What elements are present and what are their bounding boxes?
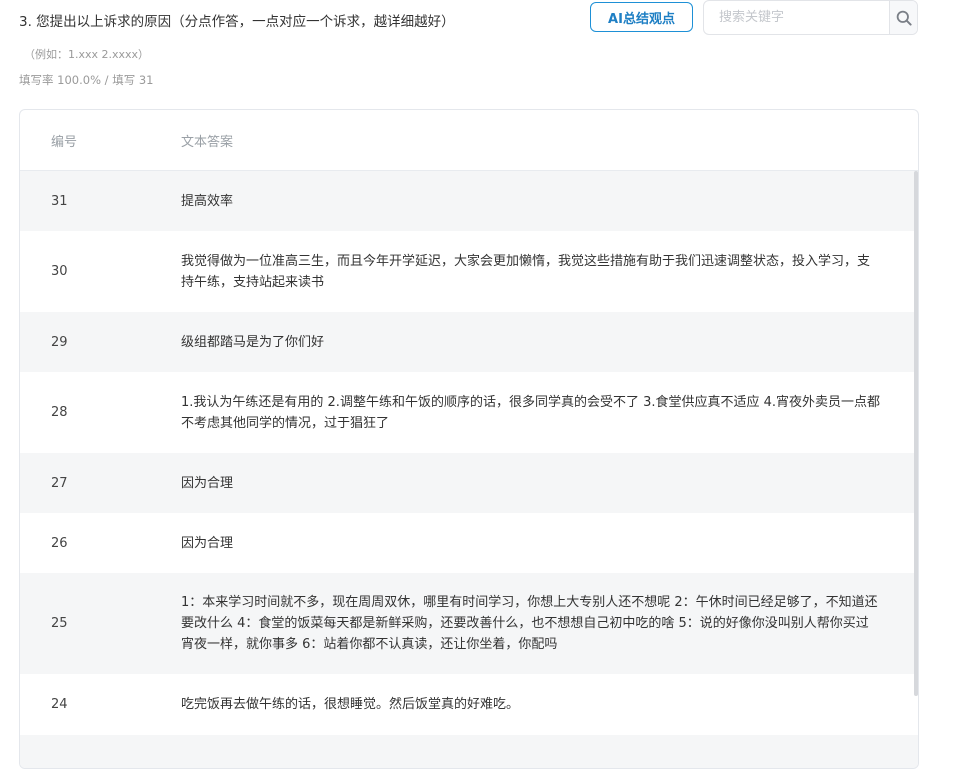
table-body: 31 提高效率 30 我觉得做为一位准高三生，而且今年开学延迟，大家会更加懒惰，… xyxy=(20,171,918,768)
fill-stats: 填写率 100.0% / 填写 31 xyxy=(19,73,154,87)
row-id: 28 xyxy=(51,405,68,420)
table-row: 26 因为合理 xyxy=(20,513,918,573)
table-header: 编号 文本答案 xyxy=(20,110,918,171)
search-icon xyxy=(896,10,912,26)
row-id: 24 xyxy=(51,697,68,712)
table-row: 25 1：本来学习时间就不多，现在周周双休，哪里有时间学习，你想上大专别人还不想… xyxy=(20,573,918,674)
answers-table: 编号 文本答案 31 提高效率 30 我觉得做为一位准高三生，而且今年开学延迟，… xyxy=(19,109,919,769)
table-row: 30 我觉得做为一位准高三生，而且今年开学延迟，大家会更加懒惰，我觉这些措施有助… xyxy=(20,231,918,312)
table-row: 28 1.我认为午练还是有用的 2.调整午练和午饭的顺序的话，很多同学真的会受不… xyxy=(20,372,918,453)
question-title: 3. 您提出以上诉求的原因（分点作答，一点对应一个诉求，越详细越好） xyxy=(19,14,455,30)
ai-summary-button[interactable]: AI总结观点 xyxy=(590,2,693,32)
search-button[interactable] xyxy=(889,1,917,34)
table-row xyxy=(20,735,918,768)
header-id: 编号 xyxy=(51,134,78,150)
row-id: 31 xyxy=(51,193,68,209)
row-text: 因为合理 xyxy=(181,535,234,551)
table-row: 27 因为合理 xyxy=(20,453,918,513)
row-text: 级组都踏马是为了你们好 xyxy=(181,334,325,350)
table-row: 24 吃完饭再去做午练的话，很想睡觉。然后饭堂真的好难吃。 xyxy=(20,674,918,735)
row-text: 因为合理 xyxy=(181,475,234,491)
row-text: 1：本来学习时间就不多，现在周周双休，哪里有时间学习，你想上大专别人还不想呢 2… xyxy=(181,595,878,652)
search-box xyxy=(703,0,918,35)
row-text: 1.我认为午练还是有用的 2.调整午练和午饭的顺序的话，很多同学真的会受不了 3… xyxy=(181,394,881,431)
example-hint: （例如：1.xxx 2.xxxx） xyxy=(24,48,150,61)
header-text: 文本答案 xyxy=(181,134,234,150)
row-id: 30 xyxy=(51,264,68,279)
row-id: 27 xyxy=(51,475,68,491)
row-text: 吃完饭再去做午练的话，很想睡觉。然后饭堂真的好难吃。 xyxy=(181,697,520,712)
table-scrollbar[interactable] xyxy=(914,171,918,696)
table-row: 29 级组都踏马是为了你们好 xyxy=(20,312,918,372)
row-text: 我觉得做为一位准高三生，而且今年开学延迟，大家会更加懒惰，我觉这些措施有助于我们… xyxy=(181,253,871,290)
table-row: 31 提高效率 xyxy=(20,171,918,231)
row-id: 26 xyxy=(51,535,68,551)
search-input[interactable] xyxy=(704,1,889,34)
row-text: 提高效率 xyxy=(181,193,234,209)
row-id: 29 xyxy=(51,334,68,350)
row-id: 25 xyxy=(51,616,68,631)
